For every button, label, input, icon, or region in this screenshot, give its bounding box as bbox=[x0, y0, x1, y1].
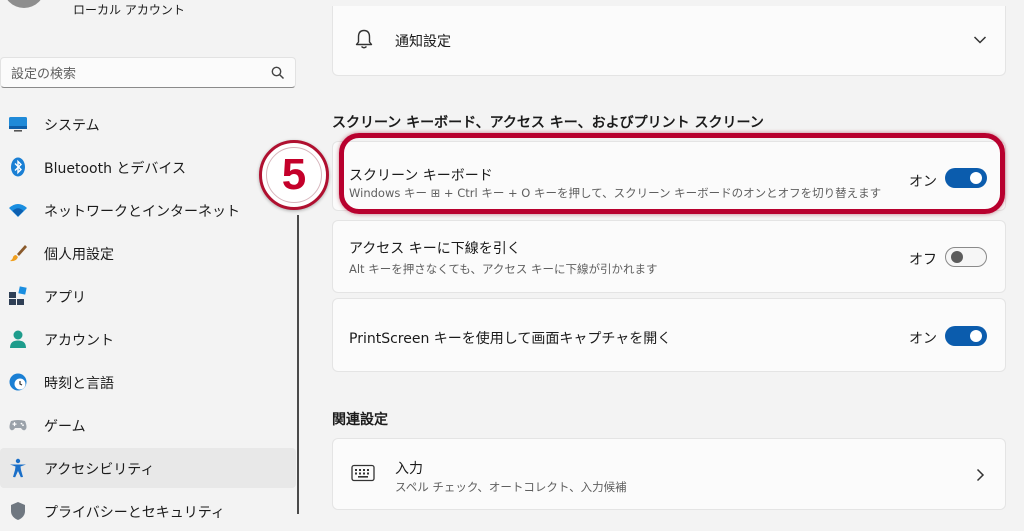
bluetooth-icon bbox=[11, 157, 25, 177]
avatar[interactable] bbox=[3, 0, 45, 8]
sidebar-item-label: ネットワークとインターネット bbox=[44, 204, 240, 220]
sidebar-item-time-language[interactable]: 時刻と言語 bbox=[0, 362, 296, 402]
access-key-underline-card: アクセス キーに下線を引く Alt キーを押さなくても、アクセス キーに下線が引… bbox=[332, 220, 1006, 293]
highlight-frame bbox=[339, 133, 1005, 214]
access-key-underline-toggle[interactable] bbox=[945, 247, 987, 267]
step-number: 5 bbox=[281, 150, 307, 199]
wifi-icon bbox=[9, 204, 27, 217]
shield-icon bbox=[11, 502, 25, 520]
bell-icon bbox=[355, 29, 373, 49]
search-box[interactable] bbox=[0, 57, 296, 88]
notification-settings-card[interactable]: 通知設定 bbox=[332, 6, 1006, 76]
section-heading-keyboard: スクリーン キーボード、アクセス キー、およびプリント スクリーン bbox=[332, 115, 764, 131]
sidebar-item-label: ゲーム bbox=[44, 419, 86, 435]
sidebar-item-label: システム bbox=[44, 118, 100, 134]
sidebar-item-label: アカウント bbox=[44, 333, 114, 349]
sidebar-item-privacy[interactable]: プライバシーとセキュリティ bbox=[0, 491, 296, 531]
section-heading-related: 関連設定 bbox=[332, 412, 388, 428]
brush-icon bbox=[10, 245, 27, 262]
chevron-down-icon[interactable] bbox=[973, 35, 987, 45]
setting-description: スペル チェック、オートコレクト、入力候補 bbox=[395, 480, 627, 494]
clock-globe-icon bbox=[9, 373, 27, 391]
setting-description: Alt キーを押さなくても、アクセス キーに下線が引かれます bbox=[349, 262, 658, 276]
chevron-right-icon[interactable] bbox=[975, 468, 985, 482]
notification-settings-label: 通知設定 bbox=[395, 34, 451, 50]
monitor-icon bbox=[9, 117, 27, 132]
toggle-state-label: オフ bbox=[909, 252, 937, 268]
sidebar-item-label: アプリ bbox=[44, 290, 86, 306]
sidebar-item-bluetooth[interactable]: Bluetooth とデバイス bbox=[0, 147, 296, 187]
sidebar-item-label: Bluetooth とデバイス bbox=[44, 161, 186, 177]
setting-title: 入力 bbox=[395, 461, 423, 477]
search-icon[interactable] bbox=[270, 65, 286, 81]
apps-icon bbox=[9, 286, 27, 305]
toggle-state-label: オン bbox=[909, 331, 937, 347]
sidebar-item-personalization[interactable]: 個人用設定 bbox=[0, 233, 296, 273]
person-icon bbox=[10, 330, 26, 348]
keyboard-icon bbox=[351, 464, 375, 482]
accessibility-icon bbox=[10, 458, 26, 478]
annotation-line bbox=[297, 215, 299, 514]
account-type-label: ローカル アカウント bbox=[73, 3, 185, 17]
search-input[interactable] bbox=[9, 63, 263, 85]
sidebar-item-label: 個人用設定 bbox=[44, 247, 114, 263]
gamepad-icon bbox=[9, 420, 27, 431]
sidebar-item-label: アクセシビリティ bbox=[44, 462, 155, 478]
typing-settings-card[interactable]: 入力 スペル チェック、オートコレクト、入力候補 bbox=[332, 438, 1006, 510]
printscreen-toggle[interactable] bbox=[945, 326, 987, 346]
sidebar-item-accessibility[interactable]: アクセシビリティ bbox=[0, 448, 296, 488]
sidebar-item-label: 時刻と言語 bbox=[44, 376, 114, 392]
sidebar-item-accounts[interactable]: アカウント bbox=[0, 319, 296, 359]
sidebar-item-system[interactable]: システム bbox=[0, 104, 296, 144]
setting-title: アクセス キーに下線を引く bbox=[349, 241, 521, 257]
printscreen-card: PrintScreen キーを使用して画面キャプチャを開く オン bbox=[332, 298, 1006, 372]
setting-title: PrintScreen キーを使用して画面キャプチャを開く bbox=[349, 331, 672, 347]
sidebar-item-apps[interactable]: アプリ bbox=[0, 276, 296, 316]
sidebar-item-network[interactable]: ネットワークとインターネット bbox=[0, 190, 296, 230]
sidebar-item-label: プライバシーとセキュリティ bbox=[44, 505, 225, 521]
sidebar: ローカル アカウント システム Bluetooth とデバイス ネットワークとイ… bbox=[0, 0, 300, 521]
sidebar-item-gaming[interactable]: ゲーム bbox=[0, 405, 296, 445]
step-badge: 5 bbox=[259, 140, 329, 210]
